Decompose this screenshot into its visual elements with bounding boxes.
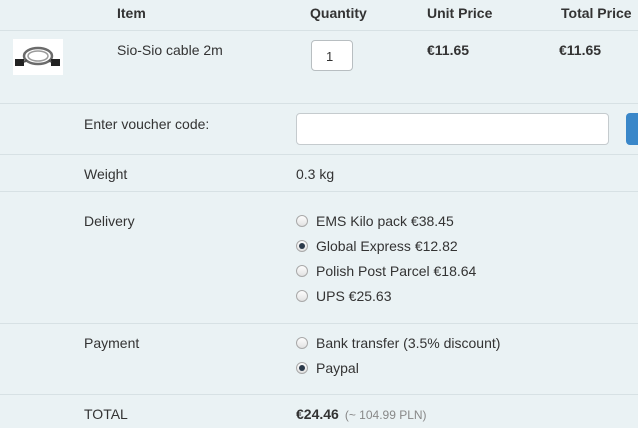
payment-option-bank-transfer[interactable]: Bank transfer (3.5% discount) xyxy=(316,335,500,351)
row-divider xyxy=(0,394,638,395)
delivery-radio-global-express[interactable] xyxy=(296,240,308,252)
weight-label: Weight xyxy=(84,166,128,182)
row-divider xyxy=(0,323,638,324)
column-header-item: Item xyxy=(117,5,146,21)
row-divider xyxy=(0,191,638,192)
total-pln-value: (~ 104.99 PLN) xyxy=(344,408,427,422)
delivery-radio-polish-post[interactable] xyxy=(296,265,308,277)
product-thumbnail[interactable] xyxy=(13,39,63,75)
delivery-radio-ups[interactable] xyxy=(296,290,308,302)
total-value: €24.46 xyxy=(296,406,339,422)
weight-value: 0.3 kg xyxy=(296,166,335,182)
cable-image-icon xyxy=(15,46,60,66)
delivery-option-polish-post[interactable]: Polish Post Parcel €18.64 xyxy=(316,263,476,279)
cart-item-unit-price: €11.65 xyxy=(427,42,470,58)
row-divider xyxy=(0,103,638,104)
total-label: TOTAL xyxy=(84,406,128,422)
column-header-unit-price: Unit Price xyxy=(427,5,493,21)
delivery-label: Delivery xyxy=(84,213,135,229)
cart-item-name[interactable]: Sio-Sio cable 2m xyxy=(117,42,223,58)
total-amount: €24.46 (~ 104.99 PLN) xyxy=(296,406,427,422)
row-divider xyxy=(0,154,638,155)
payment-label: Payment xyxy=(84,335,140,351)
header-divider xyxy=(0,30,638,31)
delivery-option-global-express[interactable]: Global Express €12.82 xyxy=(316,238,458,254)
column-header-total-price: Total Price xyxy=(561,5,632,21)
cart-item-total-price: €11.65 xyxy=(559,42,602,58)
payment-radio-bank-transfer[interactable] xyxy=(296,337,308,349)
delivery-option-ups[interactable]: UPS €25.63 xyxy=(316,288,392,304)
payment-option-paypal[interactable]: Paypal xyxy=(316,360,359,376)
column-header-quantity: Quantity xyxy=(310,5,367,21)
delivery-option-ems[interactable]: EMS Kilo pack €38.45 xyxy=(316,213,454,229)
delivery-radio-ems[interactable] xyxy=(296,215,308,227)
payment-radio-paypal[interactable] xyxy=(296,362,308,374)
voucher-label: Enter voucher code: xyxy=(84,116,210,132)
apply-voucher-button[interactable] xyxy=(626,113,638,145)
quantity-input[interactable]: 1 xyxy=(311,40,353,71)
voucher-input[interactable] xyxy=(296,113,609,145)
